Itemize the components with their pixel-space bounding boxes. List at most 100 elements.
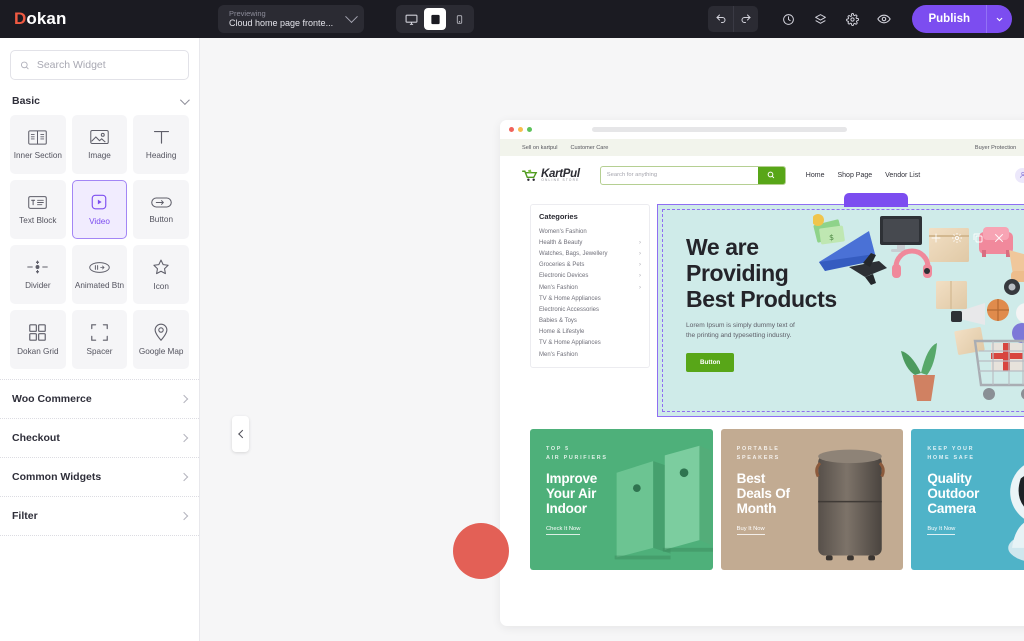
layers-button[interactable] (806, 5, 834, 33)
widget-icon[interactable]: Icon (133, 245, 189, 304)
categories-title: Categories (539, 212, 578, 221)
widget-google-map[interactable]: Google Map (133, 310, 189, 369)
widget-button[interactable]: Button (133, 180, 189, 239)
widget-dokan-grid[interactable]: Dokan Grid (10, 310, 66, 369)
section-label: Filter (12, 510, 38, 522)
widget-label: Text Block (19, 215, 57, 225)
promo-card-camera[interactable]: KEEP YOUR HOME SAFE Quality Outdoor Came… (911, 429, 1024, 570)
chevron-right-icon: › (639, 273, 641, 280)
nav-home[interactable]: Home (806, 172, 825, 179)
sidebar-section-woo-commerce[interactable]: Woo Commerce (0, 379, 199, 418)
redo-button[interactable] (733, 6, 758, 32)
promo-title-line-2: Outdoor (927, 486, 980, 502)
hero-cta-button[interactable]: Button (686, 352, 735, 372)
close-icon[interactable] (993, 231, 1005, 249)
section-label: Checkout (12, 432, 60, 444)
publish-button[interactable]: Publish (912, 5, 986, 33)
gear-icon[interactable] (951, 231, 963, 249)
widget-spacer[interactable]: Spacer (71, 310, 128, 369)
category-item[interactable]: Watches, Bags, Jewellery › (539, 248, 641, 259)
window-dots (509, 127, 532, 132)
utility-link-protection[interactable]: Buyer Protection (975, 145, 1016, 151)
promo-title-line-1: Quality (927, 470, 972, 486)
search-input[interactable] (36, 59, 179, 71)
device-mobile-button[interactable] (448, 8, 470, 30)
preview-value: Cloud home page fronte... (229, 17, 334, 28)
category-item[interactable]: Groceries & Pets › (539, 260, 641, 271)
promo-title-line-2: Your Air (546, 486, 597, 502)
promo-cta-link[interactable]: Buy It Now (927, 526, 956, 536)
category-item[interactable]: Electronic Devices › (539, 271, 641, 282)
category-item[interactable]: Health & Beauty › (539, 237, 641, 248)
panel-collapse-button[interactable] (232, 416, 249, 452)
category-item[interactable]: Men's Fashion › (539, 282, 641, 293)
animated-btn-icon (89, 261, 110, 273)
site-content: Categories Women's Fashion Health & Beau… (500, 193, 1024, 417)
promo-title: Improve Your Air Indoor (546, 471, 713, 516)
widget-label: Button (149, 214, 173, 224)
widget-text-block[interactable]: Text Block (10, 180, 66, 239)
sidebar-section-checkout[interactable]: Checkout (0, 418, 199, 457)
plus-icon[interactable] (930, 231, 942, 249)
site-preview-frame: Sell on kartpul Customer Care Buyer Prot… (500, 120, 1024, 626)
category-item[interactable]: Women's Fashion (539, 226, 641, 237)
promo-card-air-purifier[interactable]: TOP 5 AIR PURIFIERS Improve Your Air Ind… (530, 429, 713, 570)
utility-link-care[interactable]: Customer Care (570, 145, 608, 151)
category-item[interactable]: TV & Home Appliances (539, 293, 641, 304)
promo-kicker-line-2: HOME SAFE (927, 455, 975, 462)
site-search-placeholder[interactable]: Search for anything (601, 167, 758, 184)
settings-button[interactable] (838, 5, 866, 33)
preview-canvas: Sell on kartpul Customer Care Buyer Prot… (200, 38, 1024, 641)
sidebar-section-common-widgets[interactable]: Common Widgets (0, 457, 199, 496)
widget-video[interactable]: Video (71, 180, 128, 239)
category-item[interactable]: Babies & Toys (539, 316, 641, 327)
site-logo[interactable]: KartPul ONLINE STORE (522, 168, 580, 182)
sidebar-section-filter[interactable]: Filter (0, 496, 199, 535)
site-search-button[interactable] (757, 166, 785, 184)
preview-label: Previewing (229, 8, 266, 18)
promo-title-line-1: Best (736, 470, 766, 486)
nav-vendor-list[interactable]: Vendor List (885, 172, 920, 179)
device-desktop-button[interactable] (400, 8, 422, 30)
widget-animated-btn[interactable]: Animated Btn (71, 245, 128, 304)
hero-paragraph-line-2: the printing and typesetting industry. (686, 332, 792, 340)
search-widget-box[interactable] (10, 50, 189, 80)
chevron-right-icon (179, 394, 189, 404)
site-search-box[interactable]: Search for anything (599, 165, 786, 185)
preview-eye-button[interactable] (870, 5, 898, 33)
section-handle-tab[interactable] (843, 193, 908, 207)
promo-title-line-3: Month (736, 501, 777, 517)
section-basic-header[interactable]: Basic (0, 88, 199, 113)
widget-divider[interactable]: Divider (10, 245, 66, 304)
utility-link-sell[interactable]: Sell on kartpul (522, 145, 557, 151)
widget-inner-section[interactable]: Inner Section (10, 115, 66, 174)
category-item[interactable]: Men's Fashion (539, 349, 641, 360)
promo-card-speakers[interactable]: PORTABLE SPEAKERS Best Deals Of Month Bu… (720, 429, 904, 570)
preview-page-selector[interactable]: Previewing Cloud home page fronte... (218, 5, 364, 33)
user-icon (1015, 167, 1024, 183)
category-item[interactable]: Home & Lifestyle (539, 327, 641, 338)
widget-image[interactable]: Image (71, 115, 128, 174)
cart-logo-icon (522, 169, 538, 181)
hero-section-wrapper: $ We are Providing Best Products Lorem I… (657, 193, 1024, 417)
category-item[interactable]: Electronic Accessories (539, 304, 641, 315)
promo-cta-link[interactable]: Check It Now (546, 526, 581, 536)
undo-button[interactable] (708, 6, 733, 32)
section-basic-label: Basic (12, 95, 41, 107)
device-switcher (396, 5, 474, 33)
category-item[interactable]: TV & Home Appliances (539, 338, 641, 349)
widget-label: Spacer (86, 346, 113, 356)
chevron-right-icon: › (639, 250, 641, 257)
promo-cta-link[interactable]: Buy It Now (736, 526, 765, 536)
nav-shop-page[interactable]: Shop Page (837, 172, 872, 179)
hero-paragraph-line-1: Lorem Ipsum is simply dummy text of (686, 322, 795, 330)
history-button[interactable] (774, 5, 802, 33)
publish-dropdown-button[interactable] (986, 5, 1012, 33)
hero-banner-selected[interactable]: $ We are Providing Best Products Lorem I… (657, 204, 1024, 417)
duplicate-icon[interactable] (972, 231, 984, 249)
app-logo: Dokan (0, 9, 200, 29)
device-tablet-button[interactable] (424, 8, 446, 30)
categories-panel: Categories Women's Fashion Health & Beau… (530, 204, 650, 369)
widget-heading[interactable]: Heading (133, 115, 189, 174)
inner-section-icon (28, 129, 48, 145)
